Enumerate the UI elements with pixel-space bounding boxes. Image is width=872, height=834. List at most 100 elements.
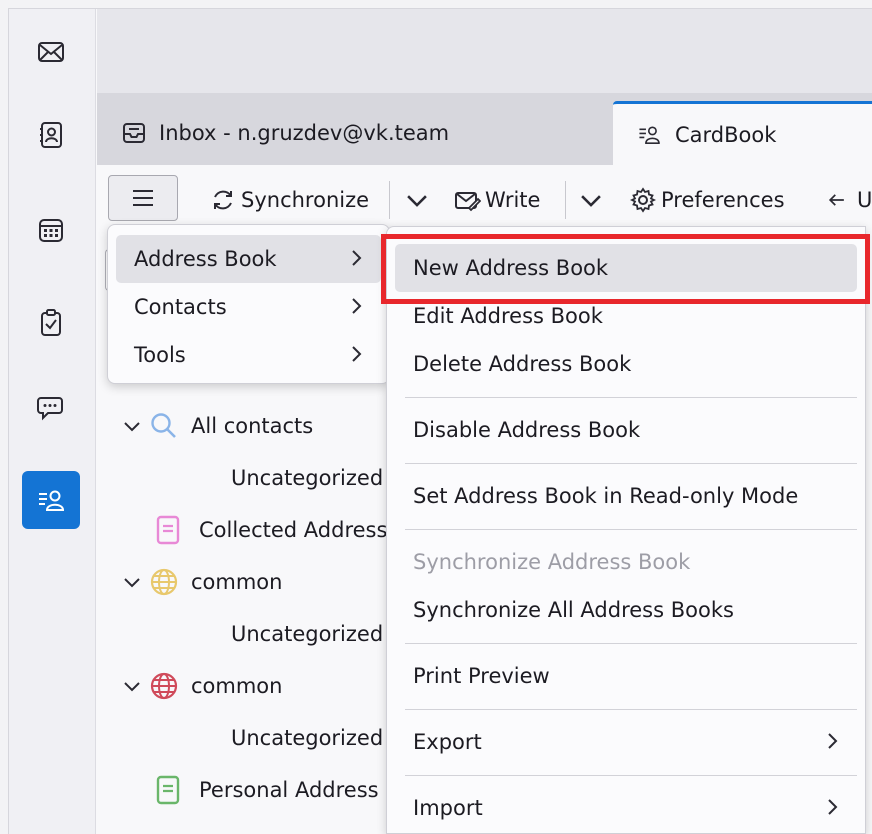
address-book-icon [40, 122, 62, 148]
menu-item-delete-address-book[interactable]: Delete Address Book [395, 340, 857, 388]
menu-separator [405, 775, 857, 776]
globe-icon [150, 568, 178, 596]
menu-item-label: Synchronize All Address Books [413, 598, 734, 622]
chevron-right-icon [352, 346, 362, 362]
tree-item-label: All contacts [191, 414, 314, 438]
menu-item-synchronize-address-book: Synchronize Address Book [395, 538, 857, 586]
menu-separator [405, 397, 857, 398]
spaces-toolbar [9, 9, 96, 834]
tab-inbox[interactable]: Inbox - n.gruzdev@vk.team [97, 101, 607, 165]
menu-item-label: Print Preview [413, 664, 550, 688]
arrow-left-icon [828, 194, 844, 206]
menu-item-label: Set Address Book in Read-only Mode [413, 484, 799, 508]
menu-item-read-only-mode[interactable]: Set Address Book in Read-only Mode [395, 472, 857, 520]
highlight-box [381, 234, 870, 304]
tree-item-collected-address[interactable]: Collected Address [153, 505, 387, 555]
chevron-down-icon [124, 682, 140, 692]
inbox-icon [123, 123, 145, 143]
synchronize-button[interactable]: Synchronize [209, 177, 369, 223]
address-book-space-button[interactable] [22, 106, 80, 164]
write-dropdown-button[interactable] [577, 177, 609, 223]
search-icon [151, 413, 176, 438]
menu-item-label: Tools [134, 343, 186, 367]
tree-item-label: Personal Address [199, 778, 379, 802]
menu-item-export[interactable]: Export [395, 718, 857, 766]
undo-label: U [857, 188, 872, 212]
app-menu-button[interactable] [108, 175, 178, 221]
menu-item-label: Synchronize Address Book [413, 550, 691, 574]
tab-strip: Inbox - n.gruzdev@vk.team CardBook [97, 93, 872, 165]
menu-separator [405, 463, 857, 464]
tree-item-label: Uncategorized [231, 726, 384, 750]
toolbar-separator [389, 181, 390, 219]
hamburger-icon [133, 190, 153, 206]
mail-space-button[interactable] [22, 23, 80, 81]
synchronize-dropdown-button[interactable] [403, 177, 435, 223]
tab-cardbook[interactable]: CardBook [613, 101, 872, 165]
menu-item-synchronize-all-address-books[interactable]: Synchronize All Address Books [395, 586, 857, 634]
address-book-submenu: New Address Book Edit Address Book Delet… [386, 226, 866, 834]
tab-cardbook-label: CardBook [675, 122, 777, 147]
write-button[interactable]: Write [453, 177, 540, 223]
tree-item-uncategorized[interactable]: Uncategorized [231, 713, 383, 763]
menu-item-label: Address Book [134, 247, 277, 271]
tree-item-label: Uncategorized [231, 466, 384, 490]
tree-item-personal-address[interactable]: Personal Address [153, 765, 379, 815]
write-label: Write [485, 188, 541, 212]
tasks-icon [41, 309, 61, 336]
menu-item-print-preview[interactable]: Print Preview [395, 652, 857, 700]
menu-separator [405, 643, 857, 644]
chevron-right-icon [828, 799, 838, 815]
menu-item-disable-address-book[interactable]: Disable Address Book [395, 406, 857, 454]
synchronize-label: Synchronize [241, 188, 370, 212]
app-menu-popup: Address Book Contacts Tools [107, 224, 390, 384]
cardbook-icon [39, 490, 65, 511]
book-icon [156, 775, 180, 805]
tasks-space-button[interactable] [22, 294, 80, 352]
chevron-down-icon [407, 195, 427, 207]
calendar-icon [39, 219, 63, 242]
tree-item-label: Uncategorized [231, 622, 384, 646]
chevron-right-icon [352, 298, 362, 314]
globe-icon [150, 672, 178, 700]
tree-item-uncategorized[interactable]: Uncategorized [231, 453, 383, 503]
calendar-space-button[interactable] [22, 201, 80, 259]
chevron-down-icon [124, 578, 140, 588]
toolbar-separator [565, 181, 566, 219]
menu-item-contacts[interactable]: Contacts [116, 283, 381, 331]
menu-item-label: Import [413, 796, 483, 820]
menu-item-label: Disable Address Book [413, 418, 641, 442]
tree-item-label: common [191, 570, 283, 594]
tree-item-common[interactable]: common [121, 661, 282, 711]
chevron-right-icon [352, 250, 362, 266]
sync-icon [214, 190, 232, 210]
tree-item-label: common [191, 674, 283, 698]
book-icon [156, 515, 180, 545]
tree-item-all-contacts[interactable]: All contacts [121, 401, 313, 451]
cardbook-space-button[interactable] [22, 471, 80, 529]
tab-inbox-label: Inbox - n.gruzdev@vk.team [159, 121, 450, 145]
cardbook-icon [639, 125, 660, 144]
preferences-label: Preferences [661, 188, 785, 212]
menu-item-label: Delete Address Book [413, 352, 632, 376]
menu-item-tools[interactable]: Tools [116, 331, 381, 379]
chevron-right-icon [828, 733, 838, 749]
undo-button[interactable]: U [825, 177, 872, 223]
tree-item-common[interactable]: common [121, 557, 282, 607]
menu-item-label: Contacts [134, 295, 227, 319]
gear-icon [629, 187, 657, 213]
tree-item-uncategorized[interactable]: Uncategorized [231, 609, 383, 659]
mail-icon [38, 42, 64, 62]
chevron-down-icon [581, 195, 601, 207]
menu-separator [405, 709, 857, 710]
title-bar [97, 9, 872, 93]
chat-icon [37, 397, 63, 421]
preferences-button[interactable]: Preferences [629, 177, 785, 223]
menu-separator [405, 529, 857, 530]
menu-item-label: Edit Address Book [413, 304, 603, 328]
chat-space-button[interactable] [22, 379, 80, 437]
menu-item-import[interactable]: Import [395, 784, 857, 832]
menu-item-label: Export [413, 730, 482, 754]
menu-item-address-book[interactable]: Address Book [116, 235, 381, 283]
tree-item-label: Collected Address [199, 518, 388, 542]
